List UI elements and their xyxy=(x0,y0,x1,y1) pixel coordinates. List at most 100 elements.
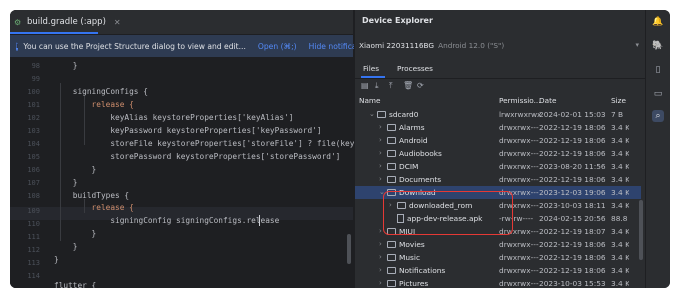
upload-icon[interactable]: ⤒ xyxy=(389,81,393,91)
code-line: flutter { xyxy=(54,281,97,288)
device-os: Android 12.0 ("S") xyxy=(438,40,505,50)
row-size: 3.4 KB xyxy=(611,253,629,262)
row-date: 2023-10-03 15:53 xyxy=(539,279,606,288)
chevron-right-icon[interactable]: › xyxy=(379,134,387,147)
row-date: 2022-12-19 18:06 xyxy=(539,175,606,184)
chevron-right-icon[interactable]: › xyxy=(379,277,387,288)
line-number: 108 xyxy=(27,192,40,200)
row-name: sdcard0 xyxy=(389,110,419,119)
chevron-right-icon[interactable]: › xyxy=(379,147,387,160)
row-date: 2022-12-19 18:06 xyxy=(539,136,606,145)
explorer-tabs: Files Processes xyxy=(355,60,645,79)
tab-files[interactable]: Files xyxy=(363,64,379,73)
row-name: Notifications xyxy=(399,266,446,275)
chevron-right-icon[interactable]: › xyxy=(379,264,387,277)
row-size: 3.4 KB xyxy=(611,162,629,171)
line-number: 112 xyxy=(27,246,40,254)
chevron-down-icon: ▾ xyxy=(635,41,639,49)
device-selector[interactable]: Xiaomi 22031116BG Android 12.0 ("S") ▾ xyxy=(359,38,643,52)
line-number: 102 xyxy=(27,114,40,122)
row-permissions: drwxrwx--- xyxy=(499,175,539,184)
folder-icon xyxy=(387,267,396,274)
code-area[interactable]: 98 99 100 101 102 103 104 105 106 107 10… xyxy=(10,59,354,288)
close-icon[interactable]: ✕ xyxy=(114,18,121,27)
code-line: signingConfigs { xyxy=(54,87,148,96)
row-name-cell: › Movies xyxy=(379,238,425,251)
chevron-right-icon[interactable]: › xyxy=(379,160,387,173)
row-date: 2024-02-01 15:03 xyxy=(539,110,606,119)
device-explorer-panel: Device Explorer Xiaomi 22031116BG Androi… xyxy=(354,10,645,288)
row-name-cell: › Audiobooks xyxy=(379,147,442,160)
column-size[interactable]: Size xyxy=(611,96,626,105)
line-number: 114 xyxy=(27,272,40,280)
folder-icon xyxy=(387,254,396,261)
folder-row[interactable]: › Audiobooks drwxrwx--- 2022-12-19 18:06 3.4… xyxy=(355,147,641,160)
line-number: 111 xyxy=(27,233,40,241)
code-line: } xyxy=(54,242,78,251)
code-line: } xyxy=(54,255,59,264)
row-permissions: drwxrwx--- xyxy=(499,266,539,275)
folder-row[interactable]: ⌄ sdcard0 lrwxrwxrwx 2024-02-01 15:03 7 B xyxy=(355,108,641,121)
editor-tab[interactable]: ⚙ build.gradle (:app) ✕ xyxy=(14,13,121,31)
table-header: Name Permissio... Date Size xyxy=(355,95,645,107)
folder-row[interactable]: › Android drwxrwx---2022-12-19 18:06 3.4 KB xyxy=(355,134,641,147)
folder-row[interactable]: › Pictures drwxrwx--- 2023-10-03 15:53 3.4 K… xyxy=(355,277,641,288)
folder-row[interactable]: › Music drwxrwx---2022-12-19 18:06 3.4 KB xyxy=(355,251,641,264)
device-manager-icon[interactable]: ▯ xyxy=(652,64,664,76)
panel-title: Device Explorer xyxy=(362,16,433,25)
row-name-cell: › Documents xyxy=(379,173,441,186)
row-name: DCIM xyxy=(399,162,419,171)
explorer-scrollbar[interactable] xyxy=(639,200,643,260)
notification-banner: i You can use the Project Structure dial… xyxy=(10,35,371,57)
folder-row[interactable]: › Alarms drwxrwx---2022-12-19 18:06 3.4 KB xyxy=(355,121,641,134)
explorer-toolbar: ▤ ⤓ ⤒ 🗑 ⟳ xyxy=(355,80,645,94)
line-number: 113 xyxy=(27,259,40,267)
chevron-right-icon[interactable]: › xyxy=(379,251,387,264)
row-permissions: drwxrwx--- xyxy=(499,240,539,249)
running-devices-icon[interactable]: ▭ xyxy=(652,88,664,100)
column-date[interactable]: Date xyxy=(539,96,556,105)
code-line: keyAlias keystoreProperties['keyAlias'] xyxy=(54,113,294,122)
chevron-right-icon[interactable]: › xyxy=(379,121,387,134)
code-line: storePassword keystoreProperties['storeP… xyxy=(54,152,341,161)
active-tab-indicator xyxy=(10,32,98,34)
row-size: 3.4 KB xyxy=(611,279,629,288)
row-permissions: drwxrwx--- xyxy=(499,149,539,158)
chevron-right-icon[interactable]: › xyxy=(379,173,387,186)
row-name-cell: › Music xyxy=(379,251,420,264)
column-name[interactable]: Name xyxy=(359,96,381,105)
row-size: 3.4 KB xyxy=(611,227,629,236)
row-date: 2023-12-03 19:06 xyxy=(539,188,606,197)
row-name-cell: ⌄ sdcard0 xyxy=(369,108,418,121)
row-size: 7 B xyxy=(611,110,624,119)
download-icon[interactable]: ⤓ xyxy=(375,81,379,91)
gradle-file-icon: ⚙ xyxy=(14,17,22,27)
chevron-right-icon[interactable]: › xyxy=(379,238,387,251)
open-link[interactable]: Open (⌘;) xyxy=(258,42,297,51)
folder-icon xyxy=(377,111,386,118)
folder-icon xyxy=(387,176,396,183)
banner-text: You can use the Project Structure dialog… xyxy=(23,41,246,51)
editor-scrollbar[interactable] xyxy=(347,234,351,264)
chevron-down-icon[interactable]: ⌄ xyxy=(369,108,377,121)
code-line: storeFile keystoreProperties['storeFile'… xyxy=(54,139,354,148)
line-number: 99 xyxy=(31,75,40,83)
folder-row[interactable]: › Documents drwxrwx--- 2022-12-19 18:06 3.4 … xyxy=(355,173,641,186)
notifications-icon[interactable]: 🔔 xyxy=(652,16,664,28)
delete-icon[interactable]: 🗑 xyxy=(403,81,413,90)
device-explorer-icon[interactable]: ⌕ xyxy=(652,110,664,122)
folder-row[interactable]: › Notifications drwxrwx--- 2022-12-19 18:06… xyxy=(355,264,641,277)
code-line: release { xyxy=(54,100,134,109)
sync-icon[interactable]: ⟳ xyxy=(417,81,424,90)
line-number: 104 xyxy=(27,140,40,148)
line-number: 110 xyxy=(27,220,40,228)
tab-processes[interactable]: Processes xyxy=(397,64,433,73)
column-permissions[interactable]: Permissio... xyxy=(499,96,541,105)
folder-row[interactable]: › DCIM drwxrwx---2023-08-20 11:56 3.4 KB xyxy=(355,160,641,173)
folder-row[interactable]: › Movies drwxrwx---2022-12-19 18:06 3.4 KB xyxy=(355,238,641,251)
folder-icon xyxy=(387,124,396,131)
new-folder-icon[interactable]: ▤ xyxy=(361,81,369,90)
row-date: 2022-12-19 18:06 xyxy=(539,253,606,262)
gradle-icon[interactable]: 🐘 xyxy=(652,40,664,52)
row-size: 3.4 KB xyxy=(611,240,629,249)
